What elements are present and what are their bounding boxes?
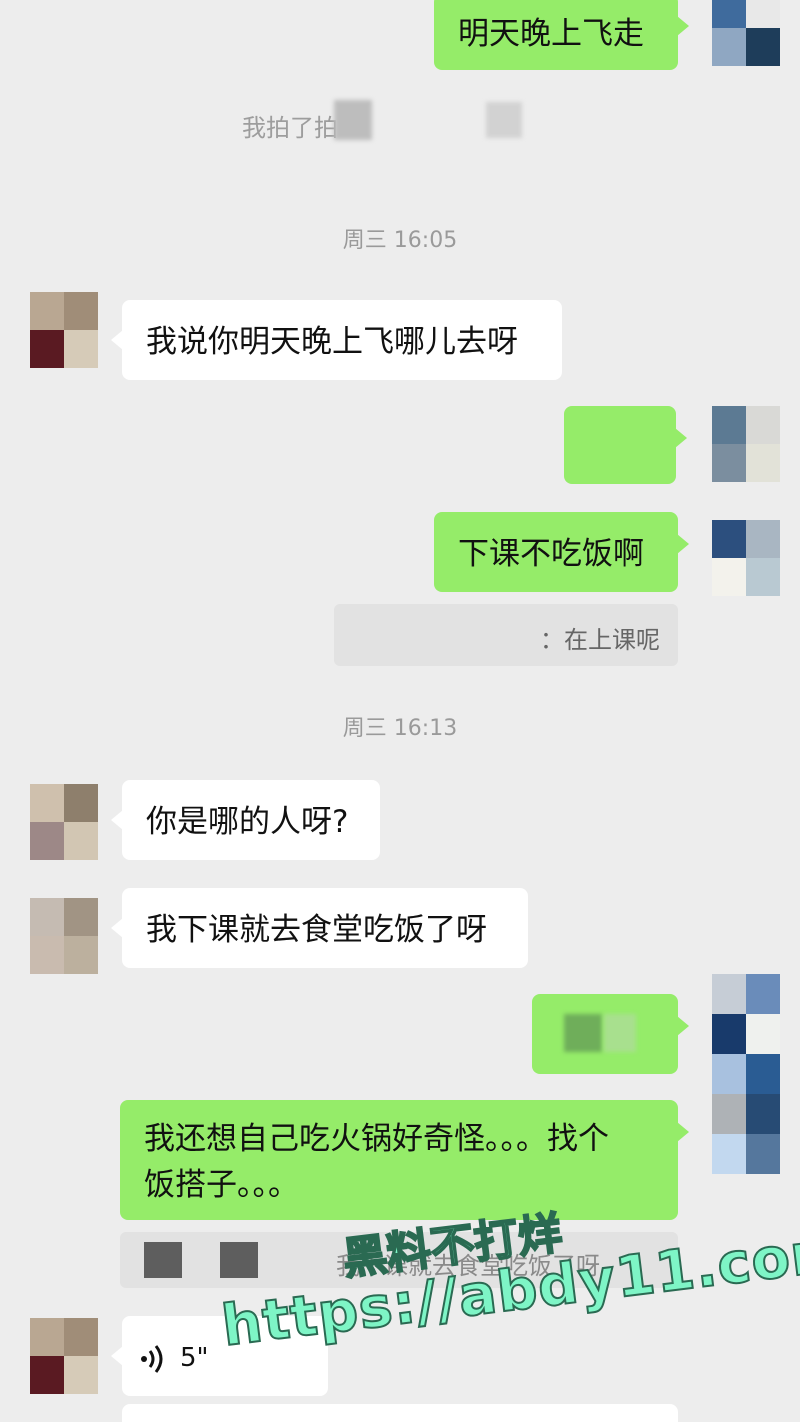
outgoing-message-redacted[interactable] xyxy=(564,406,687,484)
contact-avatar[interactable] xyxy=(30,292,98,368)
timestamp: 周三 16:13 xyxy=(342,716,458,741)
contact-avatar[interactable] xyxy=(30,898,98,974)
voice-duration: 5" xyxy=(180,1343,209,1373)
self-avatar[interactable] xyxy=(712,974,780,1174)
voice-wave-icon xyxy=(140,1342,166,1386)
incoming-message[interactable] xyxy=(122,1404,678,1422)
outgoing-message[interactable]: 下课不吃饭啊 xyxy=(434,512,689,592)
self-avatar[interactable] xyxy=(712,406,780,482)
incoming-message[interactable]: 我下课就去食堂吃饭了呀 xyxy=(111,888,528,968)
contact-avatar[interactable] xyxy=(30,784,98,860)
message-text: 下课不吃饭啊 xyxy=(458,536,644,572)
outgoing-message[interactable]: 明天晚上飞走 xyxy=(434,0,689,70)
redacted-block xyxy=(144,1242,182,1278)
message-text: 明天晚上飞走 xyxy=(458,16,644,52)
outgoing-message[interactable]: 我还想自己吃火锅好奇怪。。。找个 饭搭子。。。 xyxy=(120,1100,689,1220)
self-avatar[interactable] xyxy=(712,0,780,66)
notice-text: 我拍了拍 xyxy=(242,114,338,142)
redacted-block xyxy=(604,1014,636,1052)
redacted-block xyxy=(564,1014,602,1052)
outgoing-message-redacted[interactable] xyxy=(532,994,689,1074)
redacted-block xyxy=(486,102,522,138)
message-text: 我下课就去食堂吃饭了呀 xyxy=(146,912,487,948)
message-text-line: 饭搭子。。。 xyxy=(144,1167,299,1203)
incoming-message[interactable]: 你是哪的人呀? xyxy=(111,780,380,860)
message-text: 我说你明天晚上飞哪儿去呀 xyxy=(146,324,518,360)
message-text: 你是哪的人呀? xyxy=(146,804,349,840)
timestamp: 周三 16:05 xyxy=(342,228,458,253)
contact-avatar[interactable] xyxy=(30,1318,98,1394)
redacted-block xyxy=(220,1242,258,1278)
self-avatar[interactable] xyxy=(712,520,780,596)
system-notice: 我拍了拍 xyxy=(242,108,338,143)
quoted-reply[interactable]: ：在上课呢 xyxy=(334,604,678,666)
incoming-message[interactable]: 我说你明天晚上飞哪儿去呀 xyxy=(111,300,562,380)
quote-text: ：在上课呢 xyxy=(540,626,660,654)
message-text-line: 我还想自己吃火锅好奇怪。。。找个 xyxy=(144,1121,609,1157)
redacted-block xyxy=(334,100,372,140)
